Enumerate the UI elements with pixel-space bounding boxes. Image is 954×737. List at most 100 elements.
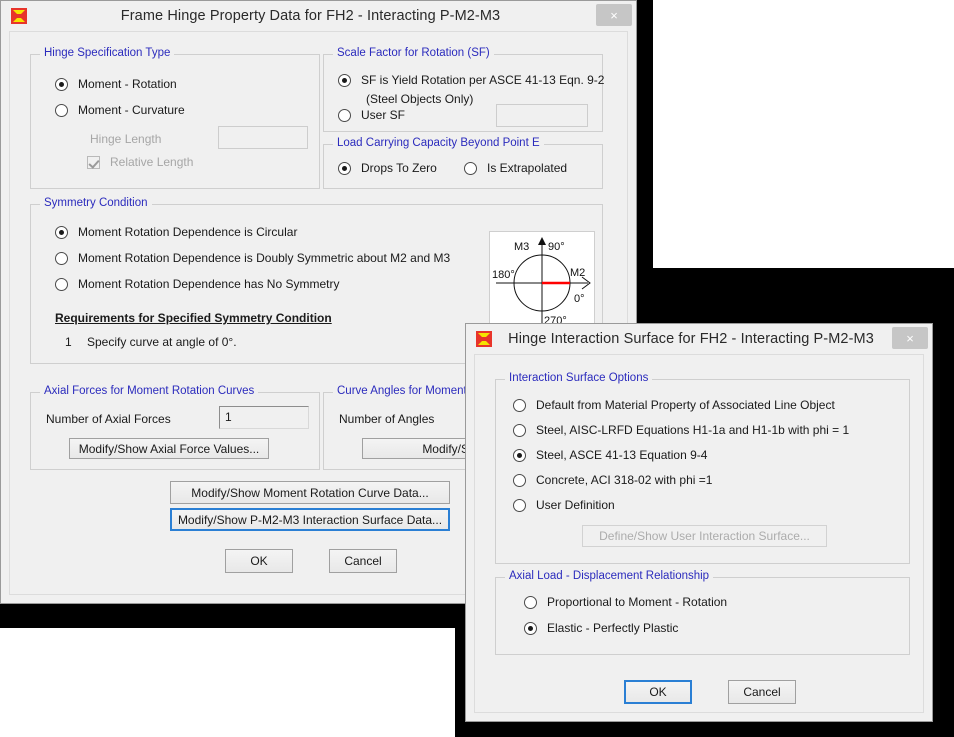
radio-icon-user-sf[interactable] <box>338 109 351 122</box>
modify-show-axial-force-values-button[interactable]: Modify/Show Axial Force Values... <box>69 438 269 459</box>
radio-icon-default-material-property[interactable] <box>513 399 526 412</box>
axial-forces-legend: Axial Forces for Moment Rotation Curves <box>40 385 258 397</box>
radio-icon-steel-aisc-lrfd[interactable] <box>513 424 526 437</box>
radio-label-steel-asce-41-13: Steel, ASCE 41-13 Equation 9-4 <box>536 448 707 462</box>
radio-icon-symmetry-doubly[interactable] <box>55 252 68 265</box>
radio-label-user-definition: User Definition <box>536 498 615 512</box>
backdrop-white-right <box>653 0 954 268</box>
radio-icon-moment-curvature[interactable] <box>55 104 68 117</box>
radio-icon-moment-rotation[interactable] <box>55 78 68 91</box>
modify-show-moment-rotation-curve-data-button[interactable]: Modify/Show Moment Rotation Curve Data..… <box>170 481 450 504</box>
radio-label-sf-yield-rotation: SF is Yield Rotation per ASCE 41-13 Eqn.… <box>361 73 604 87</box>
hinge-interaction-surface-dialog[interactable]: Hinge Interaction Surface for FH2 - Inte… <box>465 323 933 722</box>
radio-icon-concrete-aci-318-02[interactable] <box>513 474 526 487</box>
radio-label-drops-to-zero: Drops To Zero <box>361 161 437 175</box>
radio-symmetry-doubly[interactable]: Moment Rotation Dependence is Doubly Sym… <box>55 251 450 265</box>
radio-sf-yield-rotation[interactable]: SF is Yield Rotation per ASCE 41-13 Eqn.… <box>338 73 604 87</box>
checkbox-relative-length[interactable]: Relative Length <box>87 155 193 169</box>
radio-steel-aisc-lrfd[interactable]: Steel, AISC-LRFD Equations H1-1a and H1-… <box>513 423 849 437</box>
dialog2-body: Interaction Surface Options Default from… <box>474 354 924 713</box>
svg-text:0°: 0° <box>574 293 585 305</box>
dialog1-title: Frame Hinge Property Data for FH2 - Inte… <box>1 8 636 24</box>
radio-icon-drops-to-zero[interactable] <box>338 162 351 175</box>
hinge-specification-type-legend: Hinge Specification Type <box>40 47 174 59</box>
symmetry-condition-legend: Symmetry Condition <box>40 197 152 209</box>
radio-label-symmetry-circular: Moment Rotation Dependence is Circular <box>78 225 297 239</box>
radio-label-symmetry-doubly: Moment Rotation Dependence is Doubly Sym… <box>78 251 450 265</box>
checkbox-label-relative-length: Relative Length <box>110 155 193 169</box>
interaction-surface-options-group: Interaction Surface Options Default from… <box>495 379 910 564</box>
radio-label-elastic-perfectly-plastic: Elastic - Perfectly Plastic <box>547 621 678 635</box>
hinge-length-label: Hinge Length <box>90 132 161 146</box>
radio-symmetry-circular[interactable]: Moment Rotation Dependence is Circular <box>55 225 297 239</box>
radio-moment-rotation[interactable]: Moment - Rotation <box>55 77 177 91</box>
radio-icon-proportional-to-moment-rotation[interactable] <box>524 596 537 609</box>
dialog1-titlebar[interactable]: Frame Hinge Property Data for FH2 - Inte… <box>1 1 636 31</box>
svg-text:90°: 90° <box>548 241 565 253</box>
symmetry-angle-diagram: M3 90° 180° M2 0° 270° <box>489 231 595 329</box>
radio-icon-steel-asce-41-13[interactable] <box>513 449 526 462</box>
radio-label-proportional-to-moment-rotation: Proportional to Moment - Rotation <box>547 595 727 609</box>
hinge-specification-type-group: Hinge Specification Type Moment - Rotati… <box>30 54 320 189</box>
radio-icon-is-extrapolated[interactable] <box>464 162 477 175</box>
backdrop-white-bottom-left <box>0 628 455 737</box>
radio-label-symmetry-none: Moment Rotation Dependence has No Symmet… <box>78 277 339 291</box>
user-sf-input[interactable] <box>496 104 588 127</box>
load-carrying-capacity-legend: Load Carrying Capacity Beyond Point E <box>333 137 544 149</box>
scale-factor-group: Scale Factor for Rotation (SF) SF is Yie… <box>323 54 603 132</box>
dialog2-titlebar[interactable]: Hinge Interaction Surface for FH2 - Inte… <box>466 324 932 354</box>
number-of-axial-forces-label: Number of Axial Forces <box>46 412 171 426</box>
define-show-user-interaction-surface-button[interactable]: Define/Show User Interaction Surface... <box>582 525 827 547</box>
sf-yield-rotation-sublabel: (Steel Objects Only) <box>366 92 473 106</box>
interaction-surface-options-legend: Interaction Surface Options <box>505 372 652 384</box>
scale-factor-legend: Scale Factor for Rotation (SF) <box>333 47 494 59</box>
radio-proportional-to-moment-rotation[interactable]: Proportional to Moment - Rotation <box>524 595 727 609</box>
radio-symmetry-none[interactable]: Moment Rotation Dependence has No Symmet… <box>55 277 339 291</box>
radio-steel-asce-41-13[interactable]: Steel, ASCE 41-13 Equation 9-4 <box>513 448 707 462</box>
radio-elastic-perfectly-plastic[interactable]: Elastic - Perfectly Plastic <box>524 621 678 635</box>
radio-concrete-aci-318-02[interactable]: Concrete, ACI 318-02 with phi =1 <box>513 473 712 487</box>
hinge-length-input[interactable] <box>218 126 308 149</box>
radio-label-moment-curvature: Moment - Curvature <box>78 103 185 117</box>
backdrop-black-column <box>637 0 653 330</box>
number-of-angles-label: Number of Angles <box>339 412 434 426</box>
dialog2-ok-button[interactable]: OK <box>624 680 692 704</box>
svg-text:180°: 180° <box>492 269 515 281</box>
radio-icon-user-definition[interactable] <box>513 499 526 512</box>
dialog1-ok-button[interactable]: OK <box>225 549 293 573</box>
radio-icon-elastic-perfectly-plastic[interactable] <box>524 622 537 635</box>
radio-label-moment-rotation: Moment - Rotation <box>78 77 177 91</box>
radio-is-extrapolated[interactable]: Is Extrapolated <box>464 161 567 175</box>
radio-moment-curvature[interactable]: Moment - Curvature <box>55 103 185 117</box>
radio-label-default-material-property: Default from Material Property of Associ… <box>536 398 835 412</box>
axial-forces-group: Axial Forces for Moment Rotation Curves … <box>30 392 320 470</box>
radio-icon-symmetry-none[interactable] <box>55 278 68 291</box>
dialog1-cancel-button[interactable]: Cancel <box>329 549 397 573</box>
load-carrying-capacity-group: Load Carrying Capacity Beyond Point E Dr… <box>323 144 603 189</box>
axial-load-displacement-group: Axial Load - Displacement Relationship P… <box>495 577 910 655</box>
radio-label-concrete-aci-318-02: Concrete, ACI 318-02 with phi =1 <box>536 473 712 487</box>
modify-show-interaction-surface-data-button[interactable]: Modify/Show P-M2-M3 Interaction Surface … <box>170 508 450 531</box>
radio-user-sf[interactable]: User SF <box>338 108 405 122</box>
requirement-text: Specify curve at angle of 0°. <box>87 335 237 349</box>
close-icon[interactable]: × <box>596 4 632 26</box>
svg-text:M2: M2 <box>570 267 585 279</box>
requirements-heading: Requirements for Specified Symmetry Cond… <box>55 311 332 325</box>
radio-label-is-extrapolated: Is Extrapolated <box>487 161 567 175</box>
backdrop-black-right <box>653 268 954 330</box>
radio-drops-to-zero[interactable]: Drops To Zero <box>338 161 437 175</box>
radio-user-definition[interactable]: User Definition <box>513 498 615 512</box>
sap-star-icon <box>10 7 28 25</box>
sap-star-icon <box>475 330 493 348</box>
radio-icon-sf-yield-rotation[interactable] <box>338 74 351 87</box>
checkbox-icon-relative-length[interactable] <box>87 156 100 169</box>
close-icon[interactable]: × <box>892 327 928 349</box>
dialog2-title: Hinge Interaction Surface for FH2 - Inte… <box>466 331 932 347</box>
requirement-number: 1 <box>65 335 72 349</box>
radio-label-steel-aisc-lrfd: Steel, AISC-LRFD Equations H1-1a and H1-… <box>536 423 849 437</box>
radio-icon-symmetry-circular[interactable] <box>55 226 68 239</box>
radio-label-user-sf: User SF <box>361 108 405 122</box>
radio-default-material-property[interactable]: Default from Material Property of Associ… <box>513 398 835 412</box>
dialog2-cancel-button[interactable]: Cancel <box>728 680 796 704</box>
number-of-axial-forces-input[interactable]: 1 <box>219 406 309 429</box>
